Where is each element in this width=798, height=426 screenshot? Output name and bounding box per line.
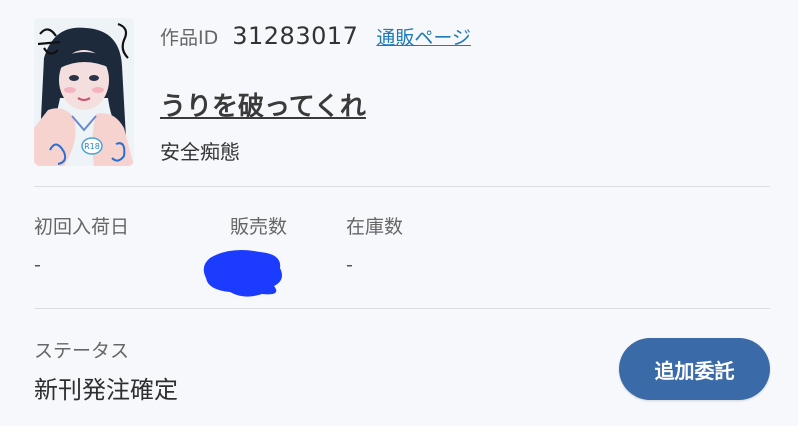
status-label: ステータス [34,340,130,362]
circle-name: 安全痴態 [160,140,240,164]
divider [34,308,770,309]
item-title-link[interactable]: うりを破ってくれ [160,86,366,123]
stock-count-value: - [346,254,353,276]
shop-page-link[interactable]: 通販ページ [376,23,471,50]
item-card: R18 作品ID 31283017 通販ページ うりを破ってくれ 安全痴態 初回… [0,0,798,426]
cover-illustration: R18 [34,18,134,166]
cover-badge: R18 [84,142,100,151]
cover-image[interactable]: R18 [34,18,134,166]
item-id-value: 31283017 [232,22,359,50]
add-consignment-button[interactable]: 追加委託 [619,338,770,400]
redaction-mark [203,250,282,297]
stock-count-label: 在庫数 [346,216,404,238]
item-id-label: 作品ID [160,27,219,49]
sales-count-label: 販売数 [230,216,288,238]
divider [34,186,770,187]
item-id-row: 作品ID 31283017 通販ページ [160,22,471,50]
first-arrival-label: 初回入荷日 [34,216,130,238]
first-arrival-value: - [34,254,41,276]
status-value: 新刊発注確定 [34,376,178,404]
